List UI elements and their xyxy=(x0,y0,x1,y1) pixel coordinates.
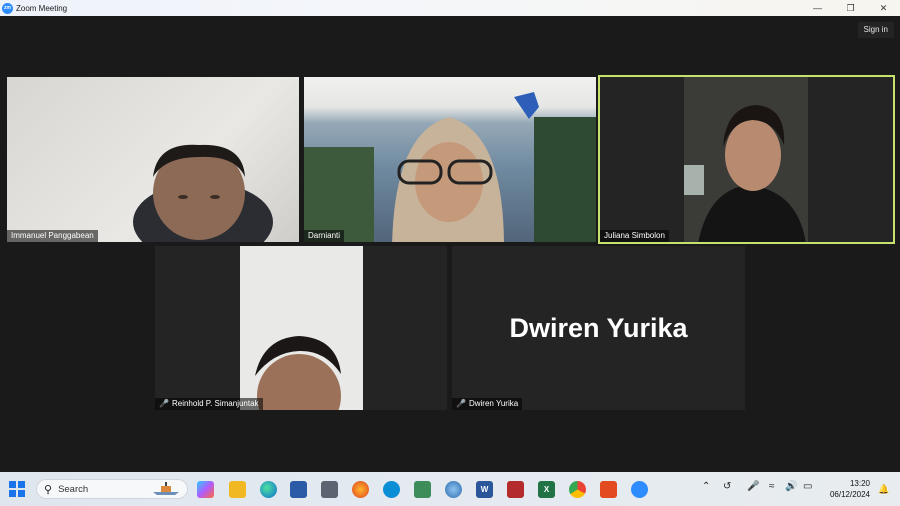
search-placeholder: Search xyxy=(58,483,89,495)
microphone-icon[interactable]: 🎤 xyxy=(747,481,759,492)
chevron-up-icon[interactable]: ⌃ xyxy=(702,481,710,492)
participant-tile-active-speaker[interactable]: Juliana Simbolon xyxy=(598,75,895,244)
taskbar: ⚲ Search W X ⌃ ↺ 🎤 ≈ 🔊 ▭ 13:20 06/12/202… xyxy=(0,472,900,506)
sign-in-button[interactable]: Sign in xyxy=(857,22,894,38)
participant-name: Dwiren Yurika xyxy=(468,399,519,408)
notification-bell-icon[interactable]: 🔔 xyxy=(878,484,889,494)
participant-name-tag: Darnianti xyxy=(304,230,345,242)
globe-icon[interactable] xyxy=(445,481,462,498)
mic-muted-icon: 🎤 xyxy=(159,399,169,408)
participant-name: Darnianti xyxy=(308,231,341,240)
windows-logo-pane xyxy=(18,490,25,497)
word-icon[interactable]: W xyxy=(476,481,493,498)
store-icon[interactable] xyxy=(290,481,307,498)
minimize-button[interactable]: — xyxy=(801,0,834,16)
participant-name: Reinhold P. Simanjuntak xyxy=(171,399,259,408)
participant-video xyxy=(304,92,596,242)
restore-button[interactable]: ❐ xyxy=(834,0,867,16)
participant-video xyxy=(133,144,273,242)
battery-icon[interactable]: ▭ xyxy=(803,481,812,492)
title-bar: zm Zoom Meeting — ❐ ✕ xyxy=(0,0,900,16)
zoom-app-icon: zm xyxy=(2,2,13,14)
office-icon[interactable] xyxy=(600,481,617,498)
window-title: Zoom Meeting xyxy=(16,3,68,13)
participant-tile[interactable]: Immanuel Panggabean xyxy=(7,77,299,242)
firefox-icon[interactable] xyxy=(352,481,369,498)
windows-logo-icon xyxy=(9,481,16,488)
clock-time: 13:20 xyxy=(849,479,870,488)
start-button[interactable] xyxy=(9,481,25,497)
participant-name: Immanuel Panggabean xyxy=(11,231,94,240)
volume-icon[interactable]: 🔊 xyxy=(785,481,797,492)
excel-icon[interactable]: X xyxy=(538,481,555,498)
taskbar-clock[interactable]: 13:20 06/12/2024 xyxy=(830,478,870,500)
zoom-icon[interactable] xyxy=(631,481,648,498)
file-explorer-icon[interactable] xyxy=(229,481,246,498)
participant-display-name: Dwiren Yurika xyxy=(509,312,688,343)
window-controls: — ❐ ✕ xyxy=(801,0,900,16)
participant-name-tag: 🎤 Dwiren Yurika xyxy=(452,398,523,410)
edge-icon[interactable] xyxy=(260,481,277,498)
participant-tile[interactable]: Darnianti xyxy=(304,77,596,242)
wifi-icon[interactable]: ≈ xyxy=(769,481,775,492)
maps-icon[interactable] xyxy=(414,481,431,498)
clock-date: 06/12/2024 xyxy=(829,490,870,499)
mic-muted-icon: 🎤 xyxy=(456,399,466,408)
search-icon: ⚲ xyxy=(44,483,53,496)
chrome-icon[interactable] xyxy=(569,481,586,498)
participant-video xyxy=(240,246,363,410)
search-highlight-icon xyxy=(153,482,179,495)
participant-name-tag: 🎤 Reinhold P. Simanjuntak xyxy=(155,398,263,410)
windows-logo-pane xyxy=(18,481,25,488)
app-red-icon[interactable] xyxy=(507,481,524,498)
participant-name-tag: Immanuel Panggabean xyxy=(7,230,98,242)
close-button[interactable]: ✕ xyxy=(867,0,900,16)
participant-name-tag: Juliana Simbolon xyxy=(600,230,669,242)
taskbar-search-box[interactable]: ⚲ Search xyxy=(36,479,188,499)
teams-like-icon[interactable] xyxy=(383,481,400,498)
participant-tile[interactable]: Dwiren Yurika 🎤 Dwiren Yurika xyxy=(452,246,745,410)
participant-name: Juliana Simbolon xyxy=(604,231,665,240)
sync-icon[interactable]: ↺ xyxy=(723,481,731,492)
meeting-gallery: Sign in Immanuel Panggabean Darnianti Ju… xyxy=(0,16,900,472)
windows-logo-pane xyxy=(9,490,16,497)
participant-tile[interactable]: 🎤 Reinhold P. Simanjuntak xyxy=(155,246,447,410)
copilot-icon[interactable] xyxy=(197,481,214,498)
camera-icon[interactable] xyxy=(321,481,338,498)
participant-video xyxy=(684,77,808,244)
